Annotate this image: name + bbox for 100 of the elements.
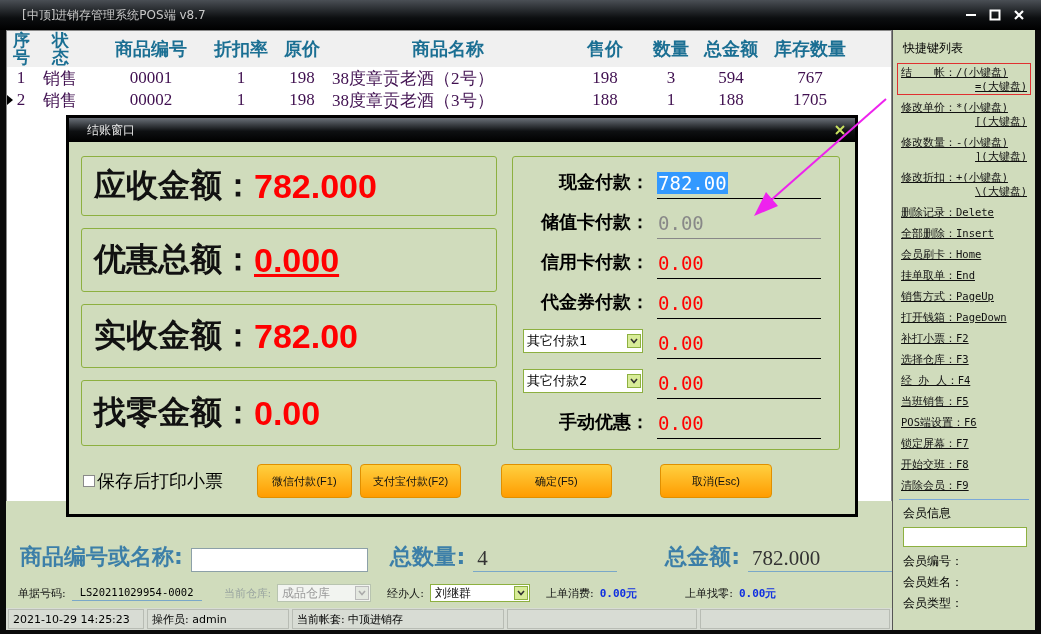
table-cell-text: 1705 — [792, 90, 828, 110]
payment-amount-value: 0.00 — [657, 332, 705, 354]
member-field-label: 会员姓名： — [902, 574, 964, 591]
column-header: 总金额 — [704, 37, 758, 61]
member-field-label: 会员类型： — [902, 595, 964, 612]
handler-select[interactable]: 刘继群 — [429, 584, 530, 602]
shortcut-link[interactable]: 修改单价：*(小键盘) — [901, 100, 1008, 114]
shortcut-link[interactable]: 当班销售：F5 — [901, 394, 969, 408]
bill-number-value: LS20211029954-0002 — [71, 585, 202, 601]
shortcut-link[interactable]: 全部删除：Insert — [901, 226, 994, 240]
table-cell-text: 198 — [288, 90, 316, 110]
maximize-icon — [989, 9, 1001, 21]
shortcut-link[interactable]: 打开钱箱：PageDown — [901, 310, 1007, 324]
total-amount-label: 总金额: — [665, 543, 740, 571]
payment-label: 代金券付款： — [539, 290, 649, 314]
column-header: 折扣率 — [214, 37, 268, 61]
payment-amount-value: 782.00 — [657, 172, 728, 194]
column-header: 原价 — [284, 37, 320, 61]
member-card-field[interactable] — [903, 527, 1027, 547]
shortcut-link[interactable]: \(大键盘) — [975, 184, 1027, 198]
payment-type-select[interactable]: 其它付款1 — [523, 329, 643, 353]
product-search-field[interactable] — [190, 548, 369, 572]
payment-amount-value: 0.00 — [657, 412, 705, 434]
shortcut-link[interactable]: [(大键盘) — [975, 114, 1027, 128]
payment-amount-value: 0.00 — [657, 212, 705, 234]
shortcut-link[interactable]: 经 办 人：F4 — [901, 373, 971, 387]
last-spend-value: 0.00元 — [599, 585, 638, 601]
shortcut-link[interactable]: =(大键盘) — [975, 79, 1027, 93]
shortcut-link[interactable]: 结 帐：/(小键盘) — [901, 65, 1008, 79]
shortcut-link[interactable]: 选择仓库：F3 — [901, 352, 969, 366]
table-cell-text: 销售 — [42, 67, 78, 90]
table-cell-text: 3 — [665, 68, 677, 88]
row-pointer-icon — [7, 95, 13, 105]
close-icon — [1013, 9, 1025, 21]
shortcut-link[interactable]: ](大键盘) — [975, 149, 1027, 163]
column-header: 数量 — [653, 37, 689, 61]
payment-type-select[interactable]: 其它付款2 — [523, 369, 643, 393]
payment-action-button[interactable]: 支付宝付款(F2) — [360, 464, 461, 498]
table-cell-text: 38度章贡老酒（3号） — [332, 89, 495, 112]
bill-number-label: 单据号码: — [18, 585, 66, 601]
table-cell-text: 767 — [796, 68, 824, 88]
amount-label: 优惠总额： — [94, 239, 254, 280]
shortcut-link[interactable]: 开始交班：F8 — [901, 457, 969, 471]
shortcut-link[interactable]: 补打小票：F2 — [901, 331, 969, 345]
table-cell-text: 销售 — [42, 89, 78, 112]
total-quantity-label: 总数量: — [390, 543, 466, 571]
window-title: [中顶]进销存管理系统POS端 v8.7 — [22, 6, 207, 24]
table-cell-text: 188 — [591, 90, 619, 110]
table-cell-text: 1 — [665, 90, 677, 110]
amount-label: 实收金额： — [94, 315, 254, 356]
shortcut-list-title: 快捷键列表 — [903, 40, 964, 57]
last-change-label: 上单找零: — [685, 585, 733, 601]
table-cell-text: 1 — [235, 68, 247, 88]
column-header: 商品编号 — [115, 37, 187, 61]
checkbox[interactable] — [83, 475, 95, 487]
payment-action-button[interactable]: 确定(F5) — [501, 464, 612, 498]
table-cell-text: 1 — [235, 90, 247, 110]
payment-label: 信用卡付款： — [539, 250, 649, 274]
handler-label: 经办人: — [387, 585, 424, 601]
checkbox-label: 保存后打印小票 — [97, 469, 223, 493]
table-cell-text: 594 — [717, 68, 745, 88]
payment-label: 现金付款： — [557, 170, 649, 194]
table-cell-text: 198 — [591, 68, 619, 88]
payment-amount-value: 0.00 — [657, 252, 705, 274]
payment-label: 手动优惠： — [558, 410, 649, 434]
table-cell-text: 188 — [717, 90, 745, 110]
table-cell-text: 38度章贡老酒（2号） — [332, 67, 495, 90]
column-header: 状态 — [51, 32, 69, 66]
last-change-value: 0.00元 — [738, 585, 777, 601]
status-pane: 操作员: admin — [147, 609, 289, 629]
shortcut-link[interactable]: 销售方式：PageUp — [901, 289, 994, 303]
shortcut-link[interactable]: 清除会员：F9 — [901, 478, 969, 492]
table-cell-text: 198 — [288, 68, 316, 88]
table-cell-text: 00001 — [128, 68, 174, 88]
dialog-title: 结账窗口 — [87, 121, 136, 139]
payment-action-button[interactable]: 微信付款(F1) — [257, 464, 352, 498]
column-header: 售价 — [587, 37, 623, 61]
payment-amount-value: 0.00 — [657, 292, 705, 314]
table-cell-text: 00002 — [128, 90, 174, 110]
shortcut-link[interactable]: 会员刷卡：Home — [901, 247, 982, 261]
amount-value: 0.000 — [254, 240, 340, 280]
table-cell-text: 1 — [15, 68, 27, 88]
shortcut-link[interactable]: 修改数量：-(小键盘) — [901, 135, 1008, 149]
member-field-label: 会员编号： — [902, 553, 964, 570]
table-cell-text: 2 — [15, 90, 27, 110]
shortcut-link[interactable]: POS端设置：F6 — [901, 415, 977, 429]
shortcut-link[interactable]: 挂单取单：End — [901, 268, 975, 282]
status-pane: 2021-10-29 14:25:23 — [8, 609, 144, 629]
payment-label: 储值卡付款： — [539, 210, 649, 234]
amount-label: 找零金额： — [94, 392, 254, 433]
close-icon — [835, 125, 845, 135]
amount-value: 782.000 — [254, 166, 377, 206]
payment-action-button[interactable]: 取消(Esc) — [660, 464, 772, 498]
shortcut-link[interactable]: 锁定屏幕：F7 — [901, 436, 969, 450]
column-header: 商品名称 — [412, 37, 484, 61]
shortcut-link[interactable]: 修改折扣：+(小键盘) — [901, 170, 1008, 184]
shortcut-link[interactable]: 删除记录：Delete — [901, 205, 994, 219]
status-pane: 当前帐套: 中顶进销存 — [292, 609, 504, 629]
total-quantity-value: 4 — [473, 546, 618, 572]
amount-value: 0.00 — [254, 393, 321, 433]
